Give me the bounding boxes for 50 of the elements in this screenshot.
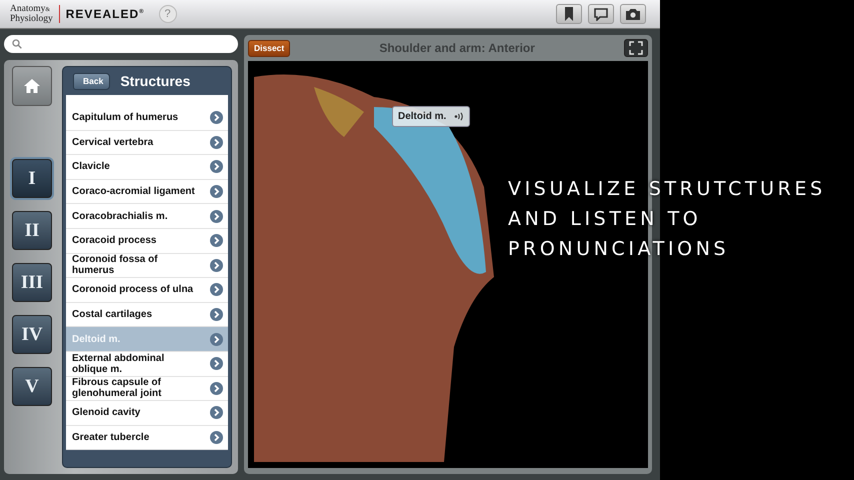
structure-item[interactable]: Fibrous capsule of glenohumeral joint [66,376,228,402]
chevron-icon [210,111,223,124]
speaker-icon [454,112,464,121]
section-tab[interactable]: I [12,159,52,198]
back-button[interactable]: Back [73,72,110,90]
chevron-icon [210,431,223,444]
structure-item[interactable]: Coracoid process [66,228,228,254]
chevron-icon [210,308,223,322]
home-button[interactable] [12,66,52,106]
chevron-icon [210,185,223,198]
structure-item[interactable]: Greater tubercle [66,426,228,450]
structure-item[interactable]: External abdominal oblique m. [66,352,228,377]
structure-item[interactable]: Glenoid cavity [66,401,228,426]
camera-icon [625,8,641,20]
section-tab[interactable]: II [12,211,52,250]
view-title: Shoulder and arm: Anterior [379,41,535,55]
bookmark-icon [564,7,574,21]
structure-item[interactable]: Clavicle [66,155,228,180]
fullscreen-button[interactable] [624,39,648,57]
structure-item[interactable]: Cervical vertebra [66,130,228,156]
chevron-icon [210,258,223,272]
structure-item[interactable]: Capitulum of humerus [66,106,228,131]
camera-button[interactable] [620,4,646,24]
panel-title: Structures [120,73,190,89]
chevron-icon [210,332,223,346]
section-tab[interactable]: IV [12,315,52,354]
chevron-icon [210,210,223,223]
chevron-icon [210,382,223,395]
structure-item[interactable]: Coraco-acromial ligament [66,180,228,204]
chevron-icon [210,160,223,174]
section-tab[interactable]: III [12,263,52,302]
home-icon [23,78,41,94]
promo-caption: VISUALIZE STRUTCTURES AND LISTEN TO PRONUNCIATIONS [508,177,826,262]
structure-item[interactable]: Coronoid process of ulna [66,278,228,303]
section-tab[interactable]: V [12,367,52,406]
comment-button[interactable] [588,4,614,24]
chevron-icon [210,283,223,296]
speech-bubble-icon [594,8,608,20]
structure-item[interactable]: Coracobrachialis m. [66,204,228,229]
structure-label[interactable]: Deltoid m. [392,106,470,127]
search-icon [12,39,22,49]
dissect-button[interactable]: Dissect [248,40,290,56]
search-field[interactable] [4,35,238,53]
chevron-icon [210,136,223,149]
chevron-icon [210,234,223,248]
chevron-icon [210,406,223,420]
brand-name: REVEALED$^{®}$ [66,7,145,21]
structure-item[interactable]: Coronoid fossa of humerus [66,254,228,278]
chevron-icon [210,357,223,370]
bookmark-button[interactable] [556,4,582,24]
